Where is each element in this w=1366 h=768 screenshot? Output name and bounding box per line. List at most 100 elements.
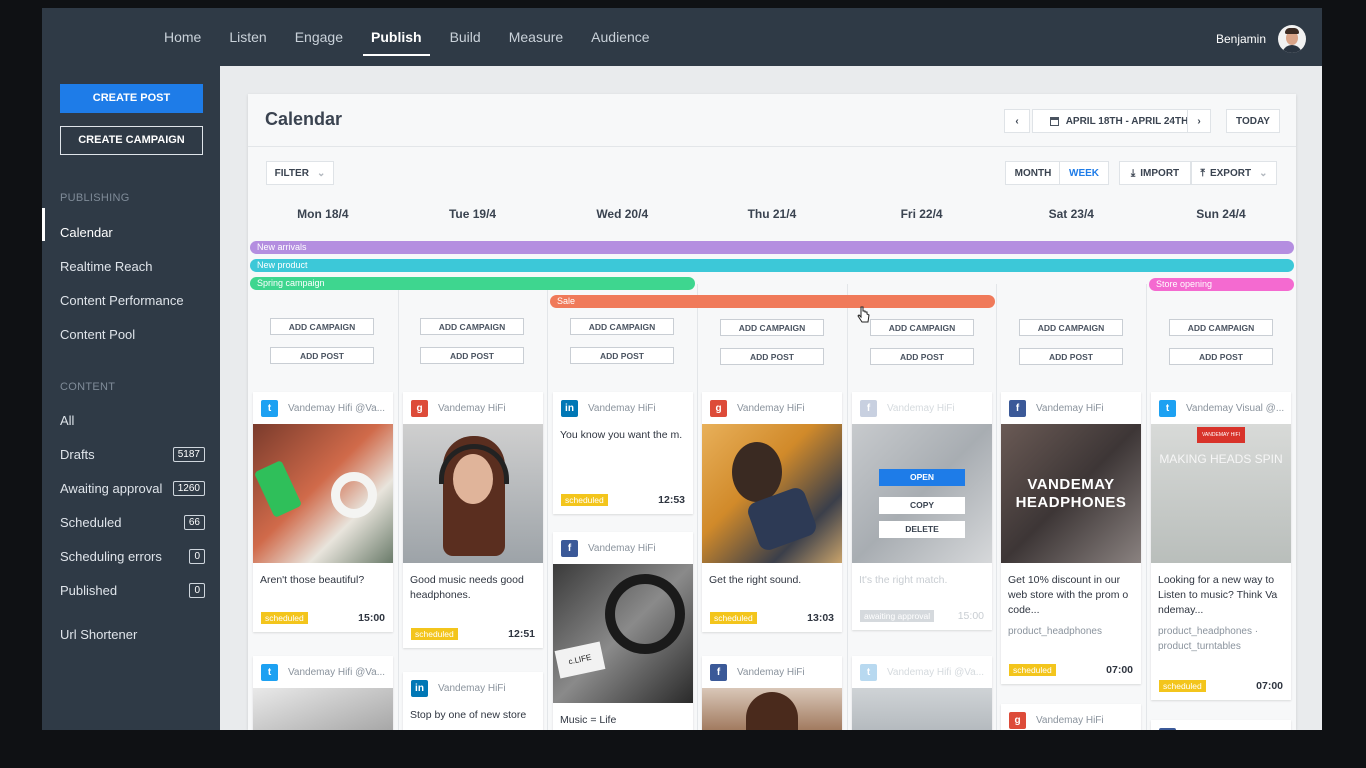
today-button[interactable]: TODAY <box>1226 109 1280 133</box>
add-post-button[interactable]: ADD POST <box>720 348 824 365</box>
add-post-button[interactable]: ADD POST <box>420 347 524 364</box>
post-image <box>253 688 393 730</box>
campaign-bar-spring-campaign[interactable]: Spring campaign <box>250 277 695 290</box>
sidebar-item-drafts[interactable]: Drafts 5187 <box>60 447 205 462</box>
calendar-icon <box>1049 116 1059 126</box>
user-menu[interactable]: Benjamin <box>1216 25 1306 53</box>
nav-listen[interactable]: Listen <box>229 8 266 66</box>
nav-measure[interactable]: Measure <box>509 8 563 66</box>
day-header-sun: Sun 24/4 <box>1196 207 1246 221</box>
campaign-bar-new-arrivals[interactable]: New arrivals <box>250 241 1294 254</box>
sidebar: CREATE POST CREATE CAMPAIGN PUBLISHING C… <box>42 66 220 730</box>
post-tags: product_headphones · product_turntables <box>1158 626 1259 652</box>
post-image: OPEN COPY DELETE <box>852 424 992 563</box>
campaign-bar-store-opening[interactable]: Store opening <box>1149 278 1294 291</box>
month-view-button[interactable]: MONTH <box>1005 161 1061 185</box>
delete-button[interactable]: DELETE <box>879 521 965 538</box>
column-divider <box>1146 284 1147 730</box>
sidebar-item-all[interactable]: All <box>60 413 205 428</box>
day-header-sat: Sat 23/4 <box>1048 207 1094 221</box>
post-card[interactable]: t Vandemay Hifi @Va... <box>253 656 393 730</box>
nav-engage[interactable]: Engage <box>295 8 343 66</box>
sidebar-item-realtime-reach[interactable]: Realtime Reach <box>60 259 205 274</box>
sidebar-item-content-pool[interactable]: Content Pool <box>60 327 205 342</box>
post-card[interactable]: t Vandemay Visual @... VANDEMAY HIFI MAKI… <box>1151 392 1291 700</box>
create-post-button[interactable]: CREATE POST <box>60 84 203 113</box>
column-divider <box>547 284 548 730</box>
add-campaign-button[interactable]: ADD CAMPAIGN <box>570 318 674 335</box>
add-post-button[interactable]: ADD POST <box>870 348 974 365</box>
post-card[interactable]: g Vandemay HiFi Get the right sound. sche… <box>702 392 842 632</box>
post-card[interactable]: f <box>1151 720 1291 730</box>
facebook-icon: f <box>561 539 578 557</box>
avatar[interactable] <box>1278 25 1306 53</box>
page-title: Calendar <box>265 109 343 129</box>
add-campaign-button[interactable]: ADD CAMPAIGN <box>1019 319 1123 336</box>
sidebar-item-awaiting-approval[interactable]: Awaiting approval 1260 <box>60 481 205 496</box>
add-campaign-button[interactable]: ADD CAMPAIGN <box>1169 319 1273 336</box>
filter-dropdown[interactable]: FILTER ⌄ <box>266 161 334 185</box>
sidebar-item-content-performance[interactable]: Content Performance <box>60 293 205 308</box>
column-divider <box>996 284 997 730</box>
post-text: Stop by one of new store <box>410 709 527 721</box>
post-time: 07:00 <box>1106 664 1133 676</box>
post-text: Music = Life <box>560 714 617 726</box>
facebook-icon: f <box>710 663 727 681</box>
next-week-button[interactable]: › <box>1187 109 1211 133</box>
export-button[interactable]: ⤒ EXPORT ⌄ <box>1191 161 1277 185</box>
add-campaign-button[interactable]: ADD CAMPAIGN <box>420 318 524 335</box>
campaign-bar-sale[interactable]: Sale <box>550 295 995 308</box>
nav-home[interactable]: Home <box>164 8 201 66</box>
date-range-picker[interactable]: APRIL 18TH - APRIL 24TH <box>1032 109 1206 133</box>
week-view-button[interactable]: WEEK <box>1059 161 1109 185</box>
main-nav: Home Listen Engage Publish Build Measure… <box>150 8 664 66</box>
post-card[interactable]: t Vandemay Hifi @Va... Aren't those beaut… <box>253 392 393 632</box>
add-campaign-button[interactable]: ADD CAMPAIGN <box>270 318 374 335</box>
post-card[interactable]: f Vandemay HiFi c.LIFE Music = Life <box>553 532 693 730</box>
copy-button[interactable]: COPY <box>879 497 965 514</box>
post-card[interactable]: g Vandemay HiFi <box>1001 704 1141 730</box>
post-card[interactable]: t Vandemay Hifi @Va... <box>852 656 992 730</box>
status-badge: scheduled <box>1159 680 1206 692</box>
post-card[interactable]: f Vandemay HiFi VANDEMAY HEADPHONES Get 1… <box>1001 392 1141 684</box>
add-post-button[interactable]: ADD POST <box>1169 348 1273 365</box>
add-campaign-button[interactable]: ADD CAMPAIGN <box>720 319 824 336</box>
active-indicator <box>42 208 45 241</box>
post-image <box>702 688 842 730</box>
post-card[interactable]: in Vandemay HiFi Stop by one of new store <box>403 672 543 730</box>
sidebar-item-url-shortener[interactable]: Url Shortener <box>60 627 205 642</box>
nav-publish[interactable]: Publish <box>363 8 430 66</box>
post-card[interactable]: in Vandemay HiFi You know you want the m.… <box>553 392 693 514</box>
post-card-hovered[interactable]: f Vandemay HiFi OPEN COPY DELETE It's the… <box>852 392 992 630</box>
open-button[interactable]: OPEN <box>879 469 965 486</box>
sidebar-item-scheduled[interactable]: Scheduled 66 <box>60 515 205 530</box>
image-badge: VANDEMAY HIFI <box>1197 427 1245 443</box>
google-plus-icon: g <box>1009 711 1026 729</box>
google-plus-icon: g <box>411 399 428 417</box>
sidebar-item-scheduling-errors[interactable]: Scheduling errors 0 <box>60 549 205 564</box>
nav-audience[interactable]: Audience <box>591 8 649 66</box>
nav-build[interactable]: Build <box>450 8 481 66</box>
post-account: Vandemay Visual @... <box>1186 402 1285 414</box>
status-badge: awaiting approval <box>860 610 935 622</box>
app-window: Home Listen Engage Publish Build Measure… <box>42 8 1322 730</box>
chevron-down-icon: ⌄ <box>316 167 326 179</box>
header-divider <box>248 146 1296 147</box>
post-text: Get 10% discount in our web store with t… <box>1008 574 1129 616</box>
add-post-button[interactable]: ADD POST <box>270 347 374 364</box>
image-headline: MAKING HEADS SPIN <box>1159 452 1283 466</box>
import-button[interactable]: ⤓ IMPORT <box>1119 161 1191 185</box>
sidebar-item-published[interactable]: Published 0 <box>60 583 205 598</box>
post-card[interactable]: f Vandemay HiFi <box>702 656 842 730</box>
post-card[interactable]: g Vandemay HiFi Good music needs good hea… <box>403 392 543 648</box>
campaign-bar-new-product[interactable]: New product <box>250 259 1294 272</box>
post-account: Vandemay HiFi <box>438 402 506 414</box>
add-campaign-button[interactable]: ADD CAMPAIGN <box>870 319 974 336</box>
sidebar-item-calendar[interactable]: Calendar <box>60 225 205 240</box>
add-post-button[interactable]: ADD POST <box>1019 348 1123 365</box>
prev-week-button[interactable]: ‹ <box>1004 109 1030 133</box>
create-campaign-button[interactable]: CREATE CAMPAIGN <box>60 126 203 155</box>
post-image: VANDEMAY HIFI MAKING HEADS SPIN <box>1151 424 1291 563</box>
add-post-button[interactable]: ADD POST <box>570 347 674 364</box>
top-navigation-bar: Home Listen Engage Publish Build Measure… <box>42 8 1322 66</box>
